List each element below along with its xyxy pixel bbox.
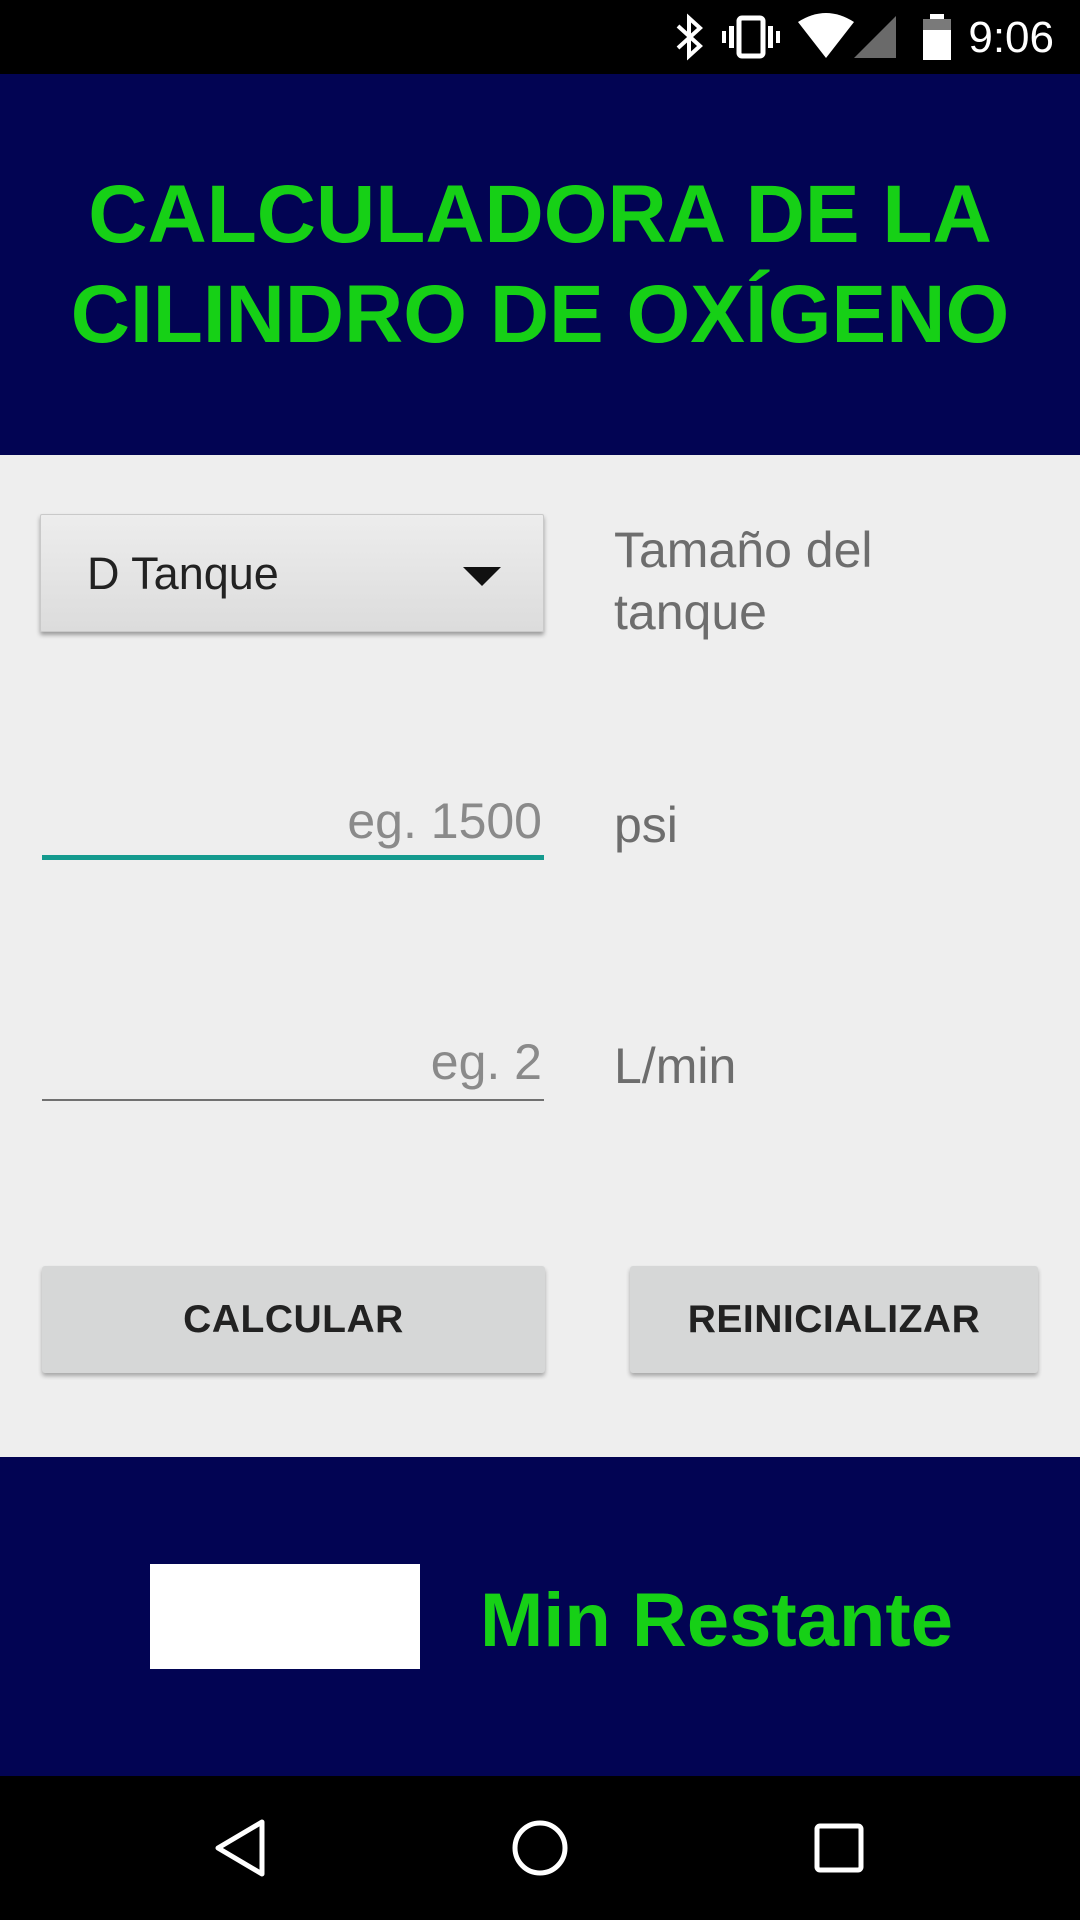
app-title: CALCULADORA DE LA CILINDRO DE OXÍGENO [70, 168, 1010, 360]
result-panel: Min Restante [0, 1457, 1080, 1776]
pressure-input[interactable] [42, 790, 544, 852]
signal-icon [852, 12, 898, 67]
tank-size-label: Tamaño del tanque [614, 522, 873, 640]
bluetooth-icon [670, 12, 710, 67]
reset-button[interactable]: REINICIALIZAR [630, 1266, 1038, 1373]
dropdown-arrow-icon [463, 567, 501, 586]
pressure-unit-label: psi [614, 797, 678, 853]
battery-icon [920, 12, 954, 67]
recents-icon[interactable] [812, 1816, 868, 1885]
navigation-bar [0, 1776, 1080, 1920]
minutes-remaining-label: Min Restante [480, 1578, 953, 1663]
flow-unit-label: L/min [614, 1038, 737, 1094]
status-bar: 9:06 [0, 0, 1080, 74]
tank-size-dropdown[interactable]: D Tanque [40, 514, 544, 632]
app-screen: 9:06 CALCULADORA DE LA CILINDRO DE OXÍGE… [0, 0, 1080, 1920]
home-icon[interactable] [508, 1816, 572, 1885]
flow-underline [42, 1099, 544, 1101]
wifi-icon [796, 12, 856, 67]
back-icon[interactable] [210, 1816, 270, 1885]
calculator-form: D Tanque Tamaño del tanque psi L/min CAL… [0, 455, 1080, 1457]
tank-size-selected: D Tanque [87, 548, 279, 599]
status-time: 9:06 [968, 13, 1054, 62]
app-header: CALCULADORA DE LA CILINDRO DE OXÍGENO [0, 74, 1080, 455]
flow-field [42, 1031, 544, 1101]
pressure-field [42, 790, 544, 860]
result-value-box [150, 1564, 420, 1669]
calculate-button[interactable]: CALCULAR [42, 1266, 545, 1373]
flow-rate-input[interactable] [42, 1031, 544, 1093]
pressure-underline [42, 855, 544, 860]
vibrate-icon [722, 12, 782, 67]
